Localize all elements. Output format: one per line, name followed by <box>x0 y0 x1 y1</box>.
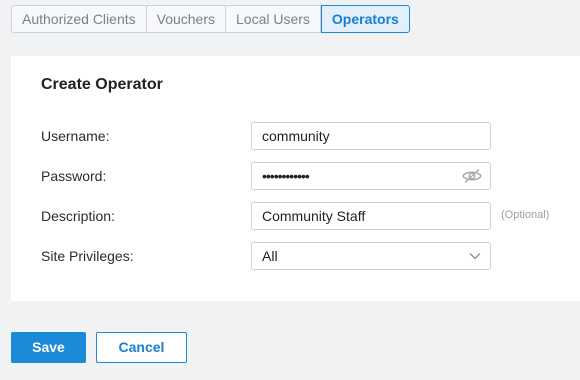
tab-operators[interactable]: Operators <box>320 5 410 33</box>
password-label: Password: <box>41 168 107 184</box>
site-privileges-row: Site Privileges: All <box>41 242 580 270</box>
username-value: community <box>262 128 330 144</box>
tab-vouchers[interactable]: Vouchers <box>146 5 226 33</box>
password-value: •••••••••••• <box>262 168 310 184</box>
description-row: Description: Community Staff (Optional) <box>41 202 580 230</box>
description-value: Community Staff <box>262 208 366 224</box>
cancel-button[interactable]: Cancel <box>96 332 187 363</box>
eye-slash-icon[interactable] <box>462 168 482 184</box>
chevron-down-icon <box>469 253 481 260</box>
username-input[interactable]: community <box>251 122 491 150</box>
description-input[interactable]: Community Staff <box>251 202 491 230</box>
save-button[interactable]: Save <box>11 332 86 363</box>
site-privileges-label: Site Privileges: <box>41 248 134 264</box>
site-privileges-value: All <box>262 248 278 264</box>
username-label: Username: <box>41 128 110 144</box>
panel-title: Create Operator <box>41 76 163 93</box>
description-label: Description: <box>41 208 115 224</box>
create-operator-panel: Create Operator Username: community Pass… <box>11 56 580 301</box>
tab-local-users[interactable]: Local Users <box>226 5 321 33</box>
tab-authorized-clients[interactable]: Authorized Clients <box>11 5 147 33</box>
username-row: Username: community <box>41 122 580 150</box>
password-input[interactable]: •••••••••••• <box>251 162 491 190</box>
site-privileges-select[interactable]: All <box>251 242 491 270</box>
password-row: Password: •••••••••••• <box>41 162 580 190</box>
tab-bar: Authorized Clients Vouchers Local Users … <box>11 5 410 33</box>
optional-hint: (Optional) <box>501 209 550 221</box>
